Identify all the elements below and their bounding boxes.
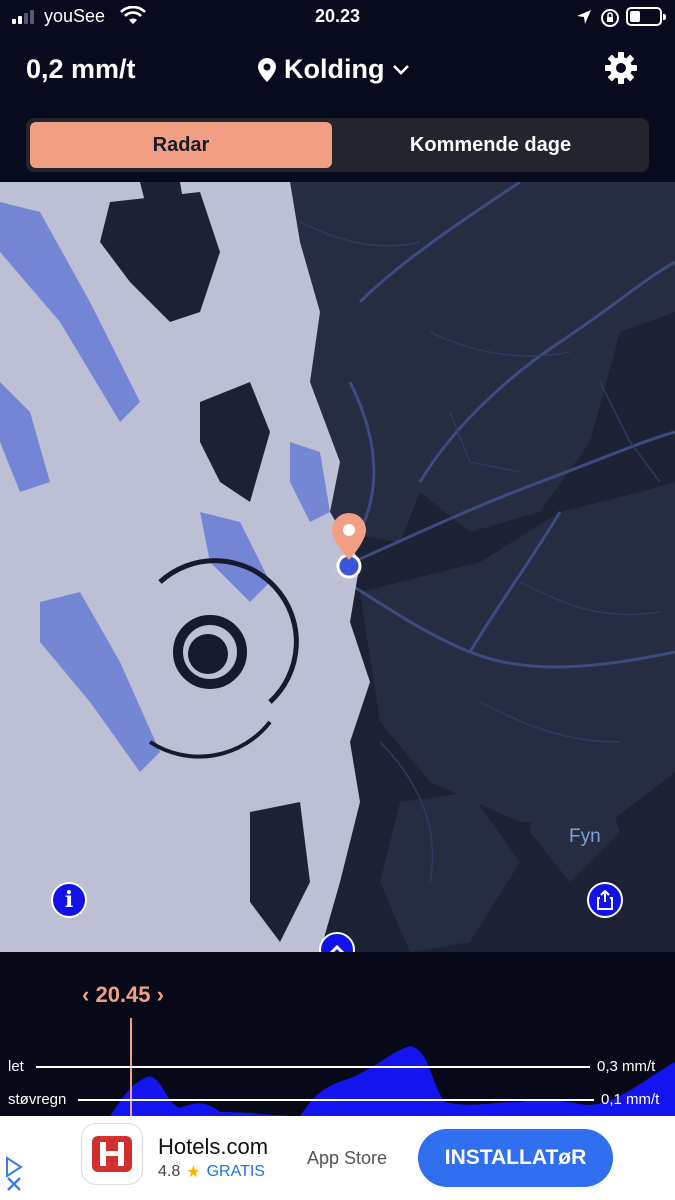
ad-store: App Store <box>307 1148 388 1168</box>
location-pin-icon <box>258 57 276 82</box>
battery-icon <box>626 7 666 26</box>
radar-map[interactable]: Fyn <box>0 182 675 952</box>
level-name-stovregn: støvregn <box>8 1091 67 1108</box>
ad-rating-value: 4.8 <box>158 1163 181 1180</box>
current-rate: 0,2 mm/t <box>26 54 136 84</box>
gear-icon <box>605 52 637 84</box>
ad-price: GRATIS <box>206 1163 265 1180</box>
map-label-fyn: Fyn <box>569 826 601 847</box>
location-selector[interactable]: Kolding <box>258 54 410 85</box>
star-icon: ★ <box>186 1164 201 1181</box>
status-bar: youSee 20.23 <box>0 0 675 36</box>
share-button[interactable] <box>587 882 623 918</box>
ad-banner[interactable]: Hotels.com 4.8 ★ GRATIS App Store INSTAL… <box>0 1116 675 1200</box>
carrier-name: youSee <box>44 6 106 26</box>
location-name: Kolding <box>284 54 385 84</box>
precip-timeline[interactable]: ‹ 20.45 › let 0,3 mm/t støvregn 0,1 mm/t <box>0 952 675 1116</box>
level-value-stovregn: 0,1 mm/t <box>601 1091 660 1108</box>
ad-title: Hotels.com <box>158 1134 269 1159</box>
orientation-lock-icon <box>600 8 620 33</box>
ad-choices-icon[interactable] <box>4 1122 26 1197</box>
level-line-stovregn <box>78 1099 594 1101</box>
view-tabs: Radar Kommende dage <box>26 118 649 172</box>
chevron-down-icon <box>393 64 410 75</box>
chevron-right-icon[interactable]: › <box>151 982 164 1007</box>
level-line-let <box>36 1066 590 1068</box>
location-services-icon <box>576 9 592 30</box>
chevron-left-icon[interactable]: ‹ <box>82 982 95 1007</box>
hotels-app-icon <box>82 1124 142 1184</box>
tab-radar[interactable]: Radar <box>30 122 332 168</box>
time-selector[interactable]: ‹ 20.45 › <box>82 982 164 1008</box>
tab-kommende-dage[interactable]: Kommende dage <box>336 122 645 168</box>
info-icon: i <box>64 887 74 913</box>
ad-rating: 4.8 ★ GRATIS <box>158 1162 265 1182</box>
settings-button[interactable] <box>603 50 639 86</box>
install-button[interactable]: INSTALLATøR <box>418 1129 613 1187</box>
selected-time: 20.45 <box>95 982 151 1007</box>
level-name-let: let <box>8 1058 24 1075</box>
info-button[interactable]: i <box>51 882 87 918</box>
level-value-let: 0,3 mm/t <box>597 1058 656 1075</box>
share-icon <box>597 890 613 910</box>
wifi-icon <box>120 5 146 31</box>
app-header: 0,2 mm/t Kolding <box>0 36 675 104</box>
signal-strength-icon <box>12 10 34 24</box>
